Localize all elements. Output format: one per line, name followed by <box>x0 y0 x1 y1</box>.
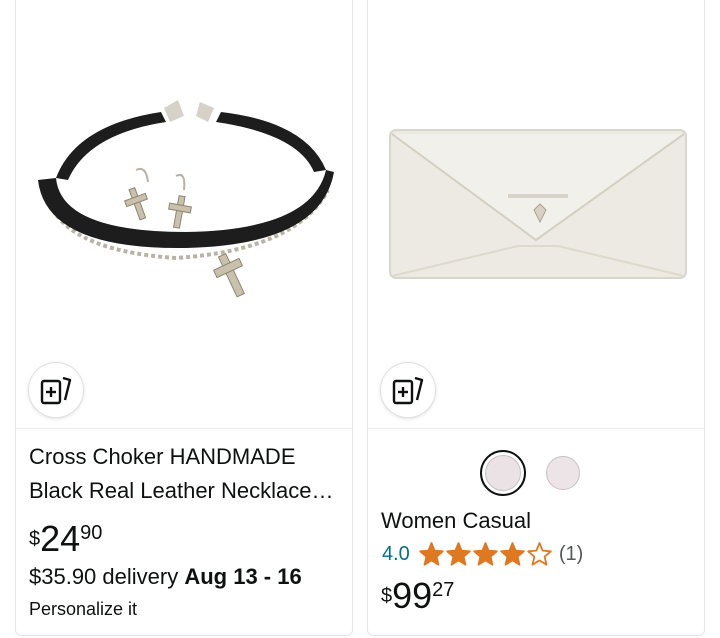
product-title[interactable]: Women Casual <box>381 504 693 538</box>
color-swatch[interactable] <box>546 456 580 490</box>
price-whole: 99 <box>392 575 433 616</box>
delivery-fee: $35.90 delivery <box>29 564 179 589</box>
compare-add-icon <box>392 376 424 405</box>
price-whole: 24 <box>40 518 81 559</box>
swatch-fill <box>485 455 521 491</box>
review-count[interactable]: (1) <box>559 543 583 566</box>
rating-row[interactable]: 4.0 (1) <box>382 538 583 570</box>
product-image[interactable] <box>16 0 352 429</box>
star-empty-icon <box>527 541 552 566</box>
product-price: $ 24 90 <box>29 519 102 559</box>
price-fraction: 27 <box>432 579 455 601</box>
compare-button[interactable] <box>28 362 84 418</box>
price-symbol: $ <box>29 528 41 550</box>
product-title[interactable]: Cross Choker HANDMADE Black Real Leather… <box>29 440 341 508</box>
star-filled-icon <box>473 541 498 566</box>
compare-add-icon <box>40 376 72 405</box>
delivery-info: $35.90 delivery Aug 13 - 16 <box>29 562 302 592</box>
product-card[interactable]: Women Casual 4.0 (1) $ 99 27 <box>367 0 705 636</box>
delivery-date: Aug 13 - 16 <box>184 564 302 589</box>
price-fraction: 90 <box>80 522 103 544</box>
star-filled-icon <box>419 541 444 566</box>
price-symbol: $ <box>381 585 393 607</box>
personalize-label: Personalize it <box>29 599 138 619</box>
product-image[interactable] <box>368 0 704 429</box>
color-swatch-selected[interactable] <box>480 450 526 496</box>
product-card[interactable]: Cross Choker HANDMADE Black Real Leather… <box>15 0 353 636</box>
star-rating <box>418 541 553 568</box>
compare-button[interactable] <box>380 362 436 418</box>
product-price: $ 99 27 <box>381 576 454 616</box>
star-filled-icon <box>500 541 525 566</box>
rating-value: 4.0 <box>382 542 410 565</box>
star-filled-icon <box>446 541 471 566</box>
